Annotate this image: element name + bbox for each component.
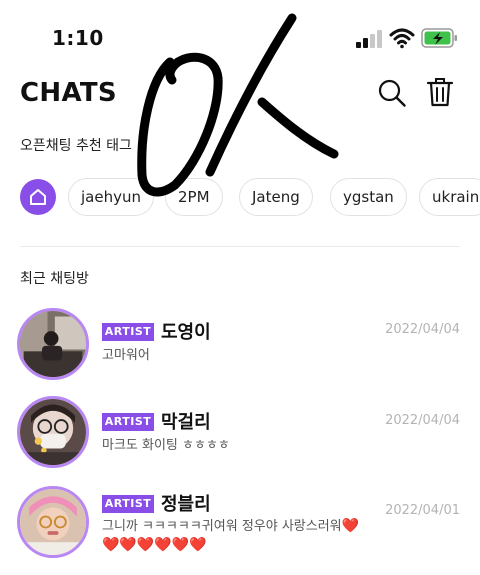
chat-message-preview: 마크도 화이팅 ㅎㅎㅎㅎ	[102, 438, 230, 453]
signal-icon	[356, 30, 382, 48]
tag-section-heading: 오픈채팅 추천 태그	[20, 138, 132, 154]
status-bar: 1:10	[0, 0, 480, 70]
chat-message-hearts: ❤️❤️❤️❤️❤️❤️	[102, 537, 207, 553]
chat-name: 막걸리	[161, 412, 211, 433]
artist-badge: ARTIST	[102, 413, 154, 431]
avatar	[17, 396, 89, 468]
heart-icon: ❤️	[341, 518, 360, 534]
tag-chip-row: jaehyun 2PM Jateng ygstan ukrain	[20, 178, 480, 218]
chat-name: 정블리	[161, 494, 211, 515]
home-icon	[30, 189, 46, 205]
tag-chip-jateng[interactable]: Jateng	[239, 178, 313, 216]
artist-badge: ARTIST	[102, 495, 154, 513]
chat-date: 2022/04/04	[385, 322, 460, 337]
tag-chip-ukrain[interactable]: ukrain	[419, 178, 480, 216]
trash-icon[interactable]	[426, 76, 454, 108]
chat-name: 도영이	[161, 322, 211, 343]
chat-message-preview: 그니까 ㅋㅋㅋㅋㅋ귀여워 정우야 사랑스러워❤️ ❤️❤️❤️❤️❤️❤️	[102, 517, 392, 555]
home-chip[interactable]	[20, 179, 56, 215]
chat-date: 2022/04/01	[385, 503, 460, 518]
recent-chats-heading: 최근 채팅방	[20, 271, 89, 287]
chat-list-item[interactable]: ARTIST 도영이 2022/04/04 고마워어	[0, 308, 480, 388]
chat-list-item[interactable]: ARTIST 막걸리 2022/04/04 마크도 화이팅 ㅎㅎㅎㅎ	[0, 396, 480, 476]
page-title: CHATS	[20, 78, 117, 108]
artist-badge: ARTIST	[102, 323, 154, 341]
avatar	[17, 486, 89, 558]
tag-chip-ygstan[interactable]: ygstan	[330, 178, 407, 216]
status-time: 1:10	[52, 26, 104, 50]
search-icon[interactable]	[377, 78, 407, 108]
tag-chip-2pm[interactable]: 2PM	[165, 178, 223, 216]
chat-message-text: 그니까 ㅋㅋㅋㅋㅋ귀여워 정우야 사랑스러워	[102, 519, 342, 534]
avatar	[17, 308, 89, 380]
chat-list-item[interactable]: ARTIST 정블리 2022/04/01 그니까 ㅋㅋㅋㅋㅋ귀여워 정우야 사…	[0, 486, 480, 566]
chat-date: 2022/04/04	[385, 413, 460, 428]
tag-chip-jaehyun[interactable]: jaehyun	[68, 178, 154, 216]
wifi-icon	[389, 28, 415, 49]
chat-message-preview: 고마워어	[102, 348, 150, 363]
section-divider	[20, 246, 460, 247]
battery-charging-icon	[421, 28, 457, 48]
